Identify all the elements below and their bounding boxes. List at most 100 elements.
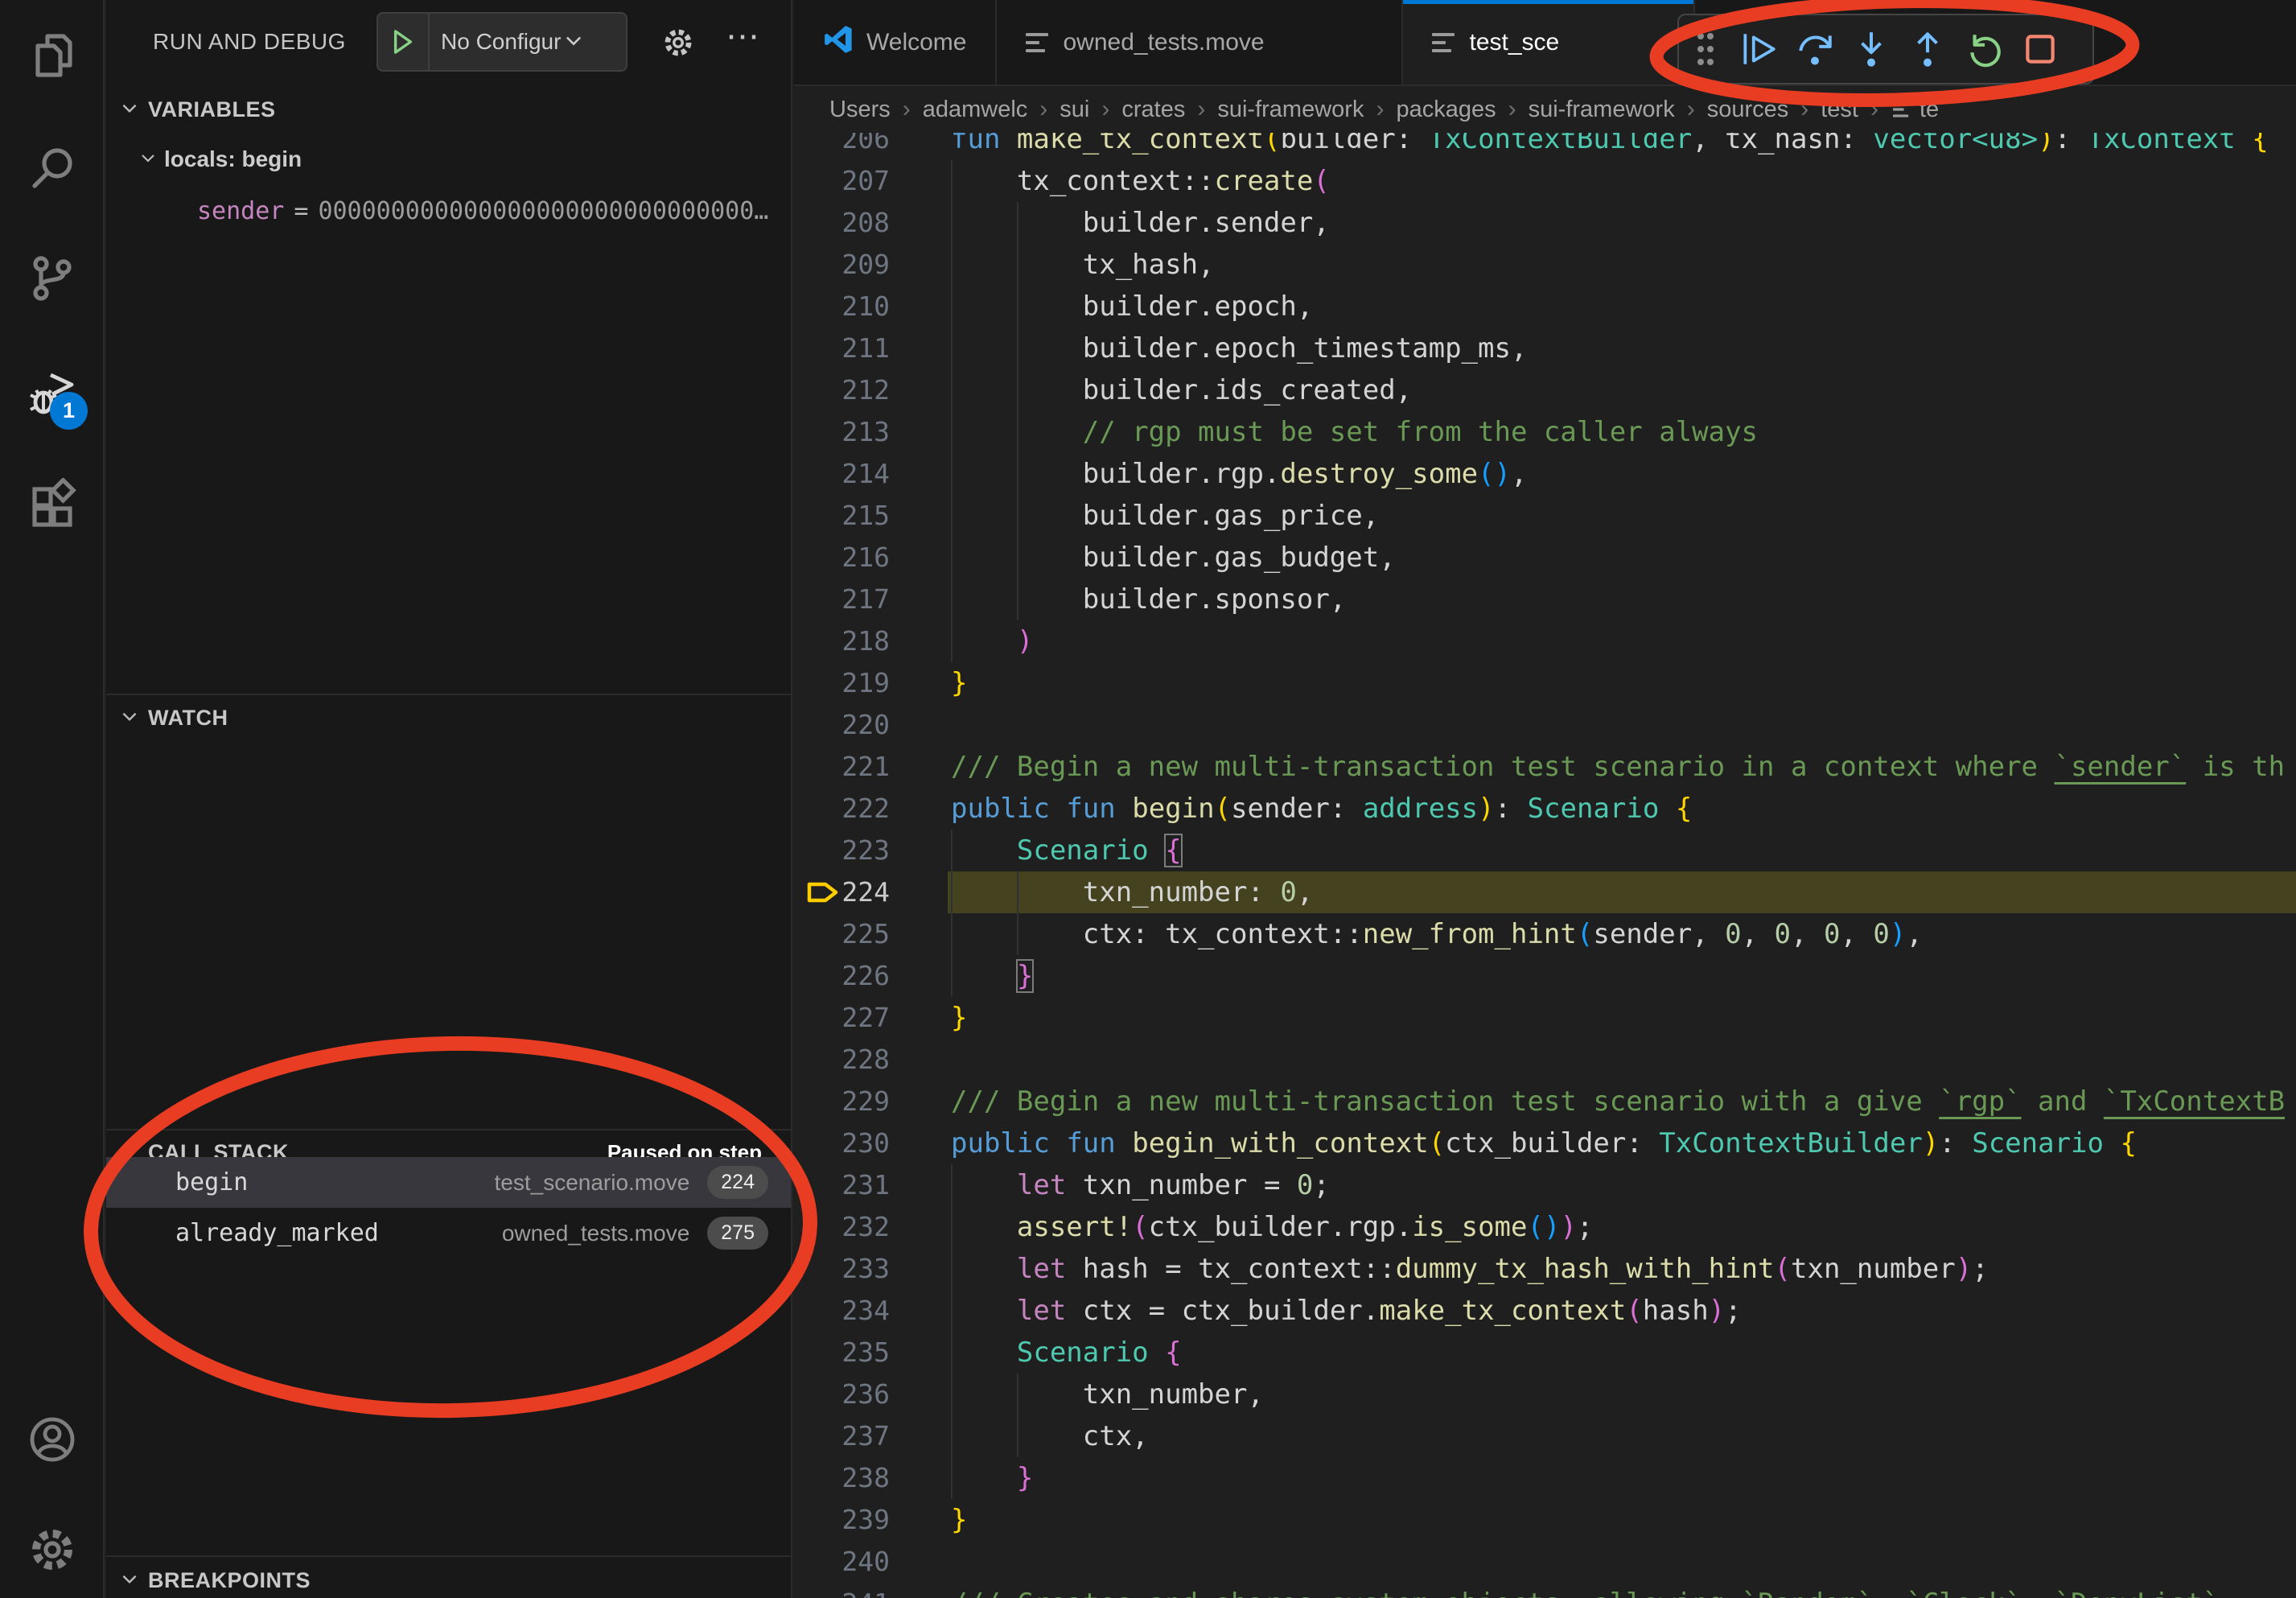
- start-debug-icon[interactable]: [378, 14, 430, 70]
- code-line-240[interactable]: 240: [794, 1541, 2296, 1583]
- line-number[interactable]: 219: [794, 662, 890, 704]
- code-line-234[interactable]: 234 let ctx = ctx_builder.make_tx_contex…: [794, 1290, 2296, 1332]
- debug-settings-gear-icon[interactable]: [661, 26, 695, 64]
- code-line-228[interactable]: 228: [794, 1039, 2296, 1081]
- breadcrumb-item[interactable]: crates: [1121, 97, 1185, 123]
- line-number[interactable]: 235: [794, 1332, 890, 1374]
- line-number[interactable]: 213: [794, 411, 890, 453]
- code-line-235[interactable]: 235 Scenario {: [794, 1332, 2296, 1374]
- code-line-233[interactable]: 233 let hash = tx_context::dummy_tx_hash…: [794, 1248, 2296, 1290]
- line-number[interactable]: 208: [794, 202, 890, 244]
- breadcrumb-item[interactable]: adamwelc: [923, 97, 1028, 123]
- breadcrumb-item[interactable]: te: [1891, 95, 1939, 124]
- code-line-206[interactable]: 206fun make_tx_context(builder: TxContex…: [794, 133, 2296, 160]
- settings-gear-icon[interactable]: [27, 1524, 78, 1575]
- variables-section-header[interactable]: VARIABLES: [106, 89, 791, 130]
- line-number[interactable]: 223: [794, 830, 890, 871]
- code-line-216[interactable]: 216 builder.gas_budget,: [794, 537, 2296, 579]
- tab-welcome[interactable]: Welcome: [794, 0, 997, 84]
- line-number[interactable]: 217: [794, 579, 890, 620]
- line-number[interactable]: 237: [794, 1415, 890, 1457]
- line-number[interactable]: 228: [794, 1039, 890, 1081]
- code-line-241[interactable]: 241/// Creates and shares system objects…: [794, 1583, 2296, 1598]
- code-line-221[interactable]: 221/// Begin a new multi-transaction tes…: [794, 746, 2296, 788]
- code-line-210[interactable]: 210 builder.epoch,: [794, 286, 2296, 327]
- line-number[interactable]: 215: [794, 495, 890, 537]
- code-line-237[interactable]: 237 ctx,: [794, 1415, 2296, 1457]
- line-number[interactable]: 230: [794, 1122, 890, 1164]
- breadcrumb-item[interactable]: sui-framework: [1217, 97, 1364, 123]
- line-number[interactable]: 212: [794, 369, 890, 411]
- explorer-icon[interactable]: [27, 30, 78, 81]
- line-number[interactable]: 239: [794, 1499, 890, 1541]
- line-number[interactable]: 225: [794, 913, 890, 955]
- line-number[interactable]: 210: [794, 286, 890, 327]
- breadcrumb-item[interactable]: sui-framework: [1529, 97, 1675, 123]
- line-number[interactable]: 240: [794, 1541, 890, 1583]
- tab-owned-tests[interactable]: owned_tests.move: [997, 0, 1403, 84]
- code-line-232[interactable]: 232 assert!(ctx_builder.rgp.is_some());: [794, 1206, 2296, 1248]
- code-line-213[interactable]: 213 // rgp must be set from the caller a…: [794, 411, 2296, 453]
- code-line-226[interactable]: 226 }: [794, 955, 2296, 997]
- line-number[interactable]: 206: [794, 133, 890, 160]
- breadcrumb-item[interactable]: sources: [1707, 97, 1789, 123]
- breadcrumb-item[interactable]: test: [1821, 97, 1858, 123]
- code-line-215[interactable]: 215 builder.gas_price,: [794, 495, 2296, 537]
- line-number[interactable]: 233: [794, 1248, 890, 1290]
- line-number[interactable]: 218: [794, 620, 890, 662]
- line-number[interactable]: 207: [794, 160, 890, 202]
- code-line-238[interactable]: 238 }: [794, 1457, 2296, 1499]
- more-actions-icon[interactable]: ⋯: [726, 16, 759, 56]
- call-stack-frame-already_marked[interactable]: already_markedowned_tests.move275: [106, 1208, 791, 1258]
- breakpoints-section-header[interactable]: BREAKPOINTS: [106, 1559, 791, 1598]
- line-number[interactable]: 216: [794, 537, 890, 579]
- line-number[interactable]: 236: [794, 1374, 890, 1415]
- breadcrumb-item[interactable]: Users: [829, 97, 891, 123]
- line-number[interactable]: 220: [794, 704, 890, 746]
- call-stack-frame-begin[interactable]: begintest_scenario.move224: [106, 1157, 791, 1208]
- breadcrumb-item[interactable]: sui: [1060, 97, 1089, 123]
- code-line-224[interactable]: 224 txn_number: 0,: [794, 871, 2296, 913]
- account-icon[interactable]: [27, 1414, 78, 1465]
- variable-row-sender[interactable]: sender = 000000000000000000000000000000…: [197, 190, 784, 232]
- line-number[interactable]: 234: [794, 1290, 890, 1332]
- line-number[interactable]: 211: [794, 327, 890, 369]
- code-line-230[interactable]: 230public fun begin_with_context(ctx_bui…: [794, 1122, 2296, 1164]
- code-line-231[interactable]: 231 let txn_number = 0;: [794, 1164, 2296, 1206]
- line-number[interactable]: 229: [794, 1081, 890, 1122]
- drag-handle-icon[interactable]: [1692, 28, 1719, 70]
- code-line-239[interactable]: 239}: [794, 1499, 2296, 1541]
- code-line-225[interactable]: 225 ctx: tx_context::new_from_hint(sende…: [794, 913, 2296, 955]
- line-number[interactable]: 231: [794, 1164, 890, 1206]
- line-number[interactable]: 232: [794, 1206, 890, 1248]
- code-line-223[interactable]: 223 Scenario {: [794, 830, 2296, 871]
- extensions-icon[interactable]: [27, 478, 78, 529]
- breadcrumb-item[interactable]: packages: [1396, 97, 1496, 123]
- variables-scope-row[interactable]: locals: begin: [138, 138, 302, 180]
- line-number[interactable]: 222: [794, 788, 890, 830]
- step-out-button[interactable]: [1899, 25, 1956, 73]
- source-control-icon[interactable]: [27, 253, 78, 304]
- tab-test-scenario[interactable]: test_sce: [1403, 0, 1695, 84]
- line-number[interactable]: 241: [794, 1583, 890, 1598]
- line-number[interactable]: 238: [794, 1457, 890, 1499]
- code-line-212[interactable]: 212 builder.ids_created,: [794, 369, 2296, 411]
- code-line-218[interactable]: 218 ): [794, 620, 2296, 662]
- code-line-211[interactable]: 211 builder.epoch_timestamp_ms,: [794, 327, 2296, 369]
- restart-button[interactable]: [1956, 25, 2012, 73]
- line-number[interactable]: 221: [794, 746, 890, 788]
- code-line-208[interactable]: 208 builder.sender,: [794, 202, 2296, 244]
- debug-configuration-dropdown[interactable]: No Configur: [376, 12, 627, 72]
- code-line-222[interactable]: 222public fun begin(sender: address): Sc…: [794, 788, 2296, 830]
- line-number[interactable]: 214: [794, 453, 890, 495]
- code-line-227[interactable]: 227}: [794, 997, 2296, 1039]
- line-number[interactable]: 226: [794, 955, 890, 997]
- step-into-button[interactable]: [1843, 25, 1899, 73]
- line-number[interactable]: 227: [794, 997, 890, 1039]
- code-line-217[interactable]: 217 builder.sponsor,: [794, 579, 2296, 620]
- code-line-220[interactable]: 220: [794, 704, 2296, 746]
- step-over-button[interactable]: [1787, 25, 1843, 73]
- stop-button[interactable]: [2012, 25, 2068, 73]
- line-number[interactable]: 209: [794, 244, 890, 286]
- continue-button[interactable]: [1730, 25, 1787, 73]
